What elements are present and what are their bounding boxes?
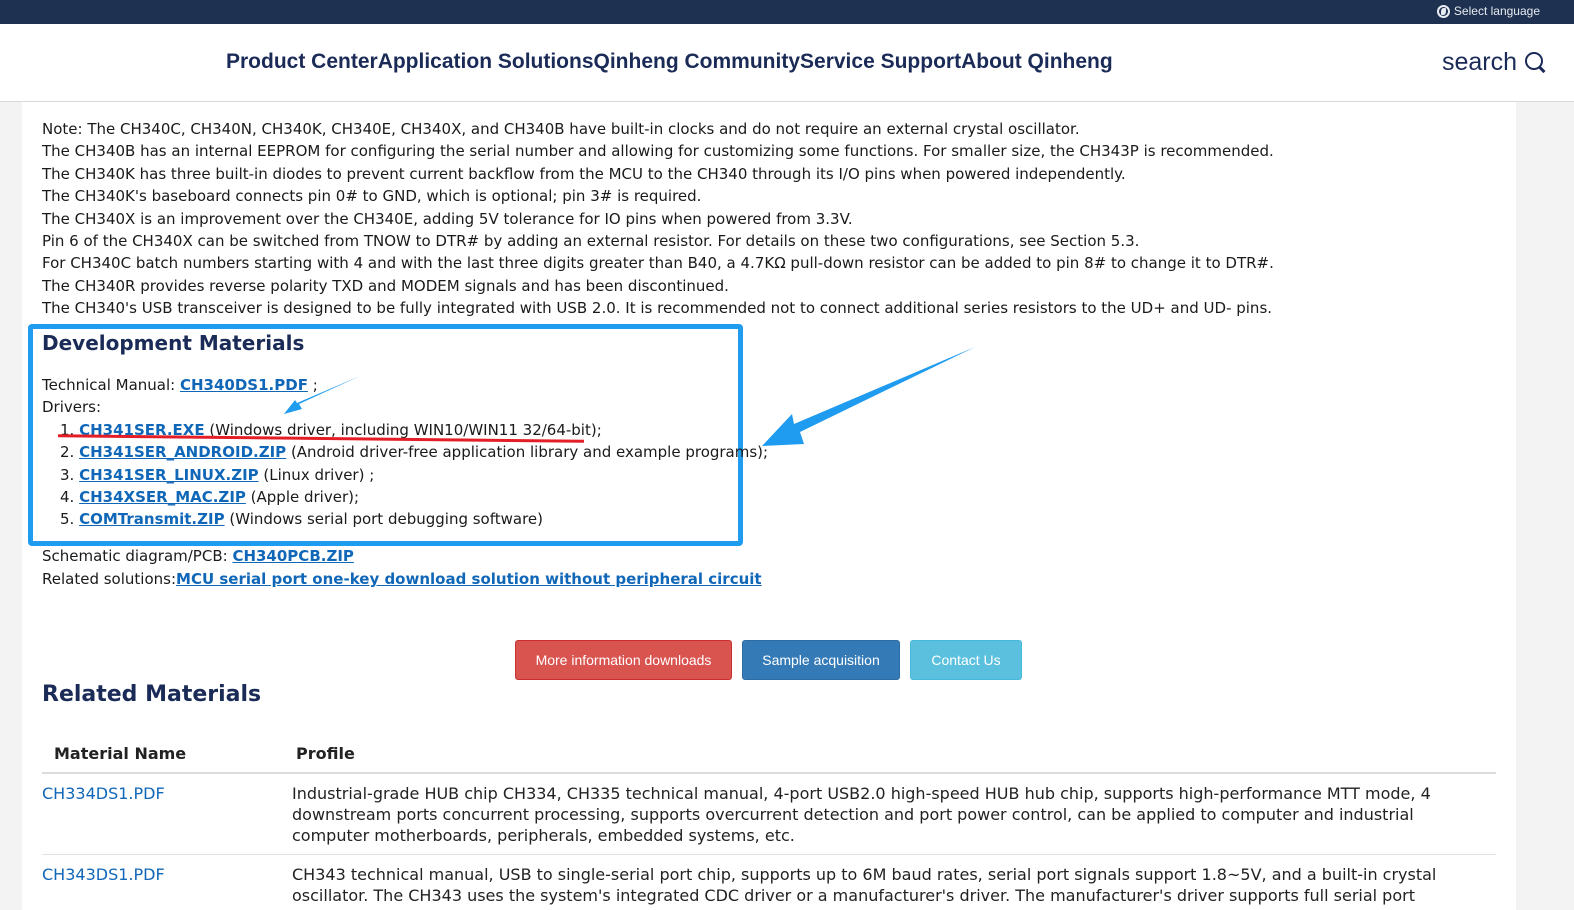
material-name-link[interactable]: CH343DS1.PDF [42, 864, 292, 910]
driver-item-2: 2. CH341SER_ANDROID.ZIP (Android driver-… [42, 441, 768, 463]
main-nav: Product Center Application Solutions Qin… [226, 50, 1113, 74]
language-label: Select language [1453, 4, 1540, 18]
related-materials-heading: Related Materials [42, 682, 262, 707]
nav-item-about-qinheng[interactable]: About Qinheng [961, 50, 1113, 74]
site-header: Product Center Application Solutions Qin… [0, 24, 1574, 102]
ch340pcb-zip-link[interactable]: CH340PCB.ZIP [232, 547, 353, 565]
schematic-line: Schematic diagram/PCB: CH340PCB.ZIP [42, 545, 762, 568]
table-header: Material Name Profile [42, 734, 1496, 774]
note-line: Note: The CH340C, CH340N, CH340K, CH340E… [42, 120, 1080, 138]
search-button[interactable]: search [1442, 48, 1546, 77]
column-header-profile: Profile [296, 743, 355, 763]
related-materials-table: Material Name Profile CH334DS1.PDF Indus… [42, 734, 1496, 910]
driver-description: (Android driver-free application library… [286, 443, 769, 462]
additional-resources: Schematic diagram/PCB: CH340PCB.ZIP Rela… [42, 545, 762, 591]
action-buttons: More information downloads Sample acquis… [515, 640, 1022, 680]
related-solutions-line: Related solutions:MCU serial port one-ke… [42, 568, 762, 591]
technical-manual-label: Technical Manual: [42, 376, 180, 394]
table-row: CH343DS1.PDF CH343 technical manual, USB… [42, 855, 1496, 910]
note-line: The CH340K's baseboard connects pin 0# t… [42, 187, 702, 206]
driver-number: 2. [60, 443, 80, 462]
related-solution-link[interactable]: MCU serial port one-key download solutio… [176, 570, 762, 588]
note-line: For CH340C batch numbers starting with 4… [42, 254, 1274, 273]
technical-manual-suffix: ; [307, 376, 318, 394]
notes-section: Note: The CH340C, CH340N, CH340K, CH340E… [42, 118, 1274, 320]
technical-manual-line: Technical Manual: CH340DS1.PDF ; [42, 374, 768, 396]
top-bar: Select language [0, 0, 1574, 24]
driver-item-4: 4. CH34XSER_MAC.ZIP (Apple driver); [42, 486, 768, 508]
driver-description: (Linux driver) ; [258, 465, 375, 484]
nav-item-product-center[interactable]: Product Center [226, 50, 378, 74]
nav-item-service-support[interactable]: Service Support [800, 50, 961, 74]
column-header-material-name: Material Name [54, 743, 187, 763]
table-row: CH334DS1.PDF Industrial-grade HUB chip C… [42, 774, 1496, 855]
nav-item-application-solutions[interactable]: Application Solutions [378, 50, 594, 74]
ch34xser-mac-zip-link[interactable]: CH34XSER_MAC.ZIP [79, 488, 246, 506]
material-profile: CH343 technical manual, USB to single-se… [292, 865, 1437, 910]
ch340ds1-pdf-link[interactable]: CH340DS1.PDF [180, 376, 308, 394]
schematic-label: Schematic diagram/PCB: [42, 547, 233, 565]
note-line: The CH340's USB transceiver is designed … [42, 299, 1273, 318]
contact-us-button[interactable]: Contact Us [910, 640, 1022, 680]
driver-description: (Windows serial port debugging software) [224, 510, 544, 529]
language-selector[interactable]: Select language [1436, 4, 1540, 18]
development-materials-list: Technical Manual: CH340DS1.PDF ; Drivers… [42, 374, 768, 531]
related-solutions-label: Related solutions: [42, 570, 177, 588]
search-label: search [1441, 48, 1517, 76]
development-materials-heading: Development Materials [42, 331, 305, 355]
comtransmit-zip-link[interactable]: COMTransmit.ZIP [79, 510, 225, 528]
note-line: The CH340R provides reverse polarity TXD… [42, 276, 729, 295]
driver-number: 5. [60, 510, 80, 529]
ch341ser-android-zip-link[interactable]: CH341SER_ANDROID.ZIP [79, 443, 286, 461]
more-downloads-button[interactable]: More information downloads [515, 640, 732, 680]
main-content: Note: The CH340C, CH340N, CH340K, CH340E… [22, 102, 1516, 910]
note-line: The CH340B has an internal EEPROM for co… [42, 142, 1274, 161]
note-line: The CH340X is an improvement over the CH… [42, 209, 853, 228]
ch341ser-linux-zip-link[interactable]: CH341SER_LINUX.ZIP [79, 466, 259, 484]
sample-acquisition-button[interactable]: Sample acquisition [742, 640, 900, 680]
driver-item-3: 3. CH341SER_LINUX.ZIP (Linux driver) ; [42, 464, 768, 486]
material-name-link[interactable]: CH334DS1.PDF [42, 783, 292, 846]
material-profile: Industrial-grade HUB chip CH334, CH335 t… [292, 784, 1431, 845]
driver-number: 4. [60, 488, 80, 507]
note-line: The CH340K has three built-in diodes to … [42, 164, 1126, 183]
driver-description: (Apple driver); [245, 488, 360, 507]
drivers-label: Drivers: [42, 398, 102, 417]
globe-icon [1436, 4, 1450, 18]
driver-item-5: 5. COMTransmit.ZIP (Windows serial port … [42, 508, 768, 530]
driver-number: 3. [60, 465, 80, 484]
nav-item-qinheng-community[interactable]: Qinheng Community [594, 50, 801, 74]
note-line: Pin 6 of the CH340X can be switched from… [42, 232, 1140, 251]
search-icon [1525, 52, 1546, 73]
